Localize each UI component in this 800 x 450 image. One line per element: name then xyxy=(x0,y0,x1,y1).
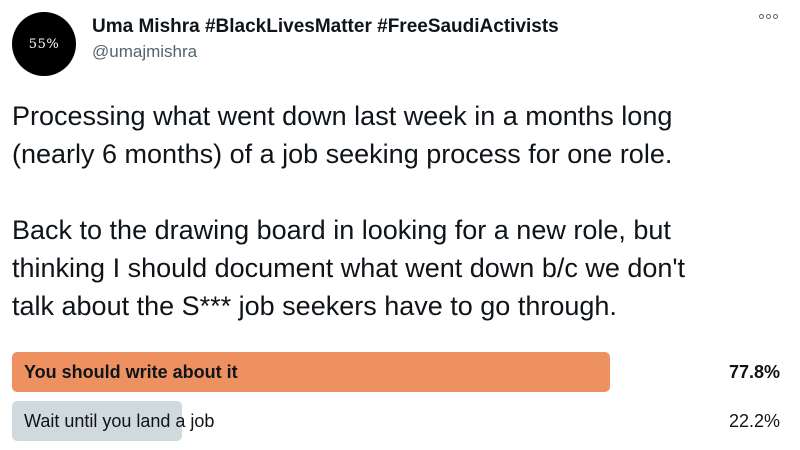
tweet-paragraph-1: Processing what went down last week in a… xyxy=(12,97,792,173)
poll-option-1[interactable]: You should write about it 77.8% xyxy=(12,352,780,392)
tweet-body: Processing what went down last week in a… xyxy=(12,97,792,325)
author-display-name[interactable]: Uma Mishra #BlackLivesMatter #FreeSaudiA… xyxy=(92,16,559,38)
tweet-line: talk about the S*** job seekers have to … xyxy=(12,291,617,321)
poll-option-percent: 22.2% xyxy=(728,411,780,431)
poll-option-2[interactable]: Wait until you land a job 22.2% xyxy=(12,401,780,441)
tweet-line: (nearly 6 months) of a job seeking proce… xyxy=(12,139,673,169)
dot-icon xyxy=(773,14,778,19)
tweet-line: thinking I should document what went dow… xyxy=(12,253,686,283)
tweet-paragraph-2: Back to the drawing board in looking for… xyxy=(12,211,792,325)
avatar[interactable]: 55% xyxy=(12,12,76,76)
poll-option-label: Wait until you land a job xyxy=(24,411,215,431)
tweet-line: Processing what went down last week in a… xyxy=(12,101,673,131)
avatar-label: 55% xyxy=(28,36,60,52)
poll: You should write about it 77.8% Wait unt… xyxy=(12,352,780,450)
tweet-line: Back to the drawing board in looking for… xyxy=(12,215,671,245)
poll-option-label: You should write about it xyxy=(24,362,238,382)
dot-icon xyxy=(759,14,764,19)
more-options-icon[interactable] xyxy=(759,14,778,19)
poll-option-percent: 77.8% xyxy=(728,362,780,382)
author-handle[interactable]: @umajmishra xyxy=(92,42,197,62)
dot-icon xyxy=(766,14,771,19)
